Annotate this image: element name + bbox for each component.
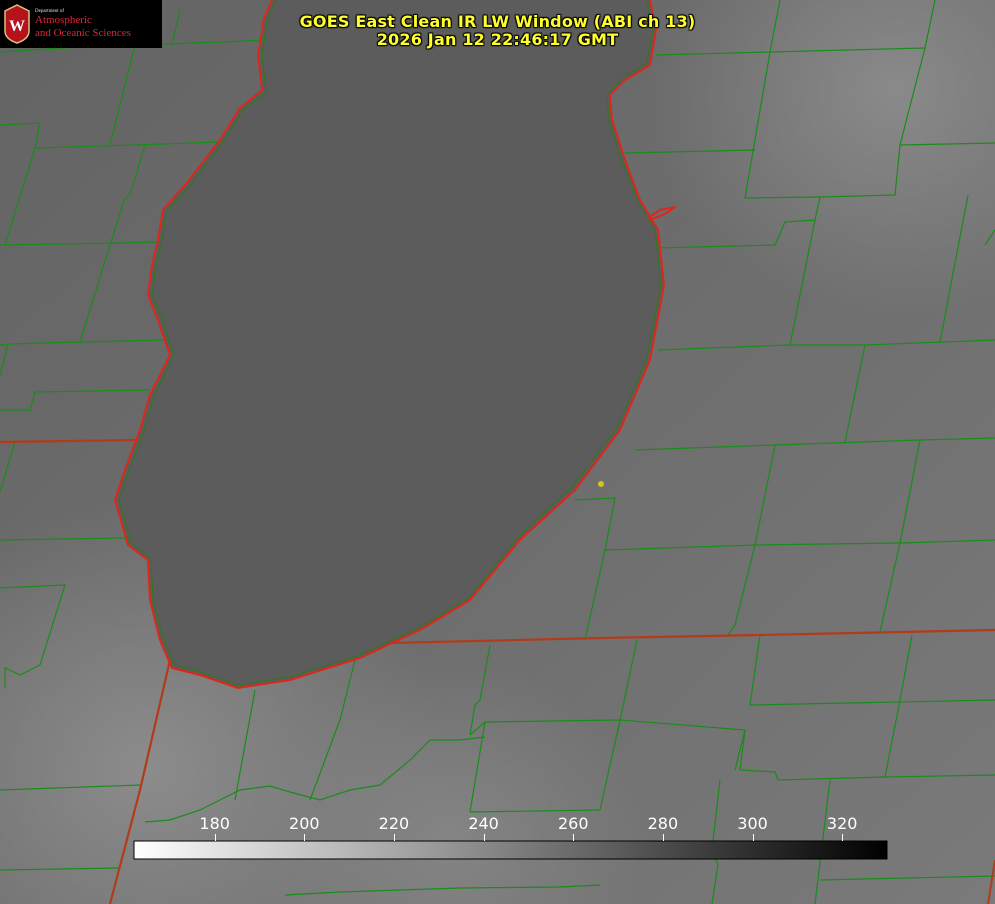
- satellite-map: [0, 0, 995, 904]
- colorbar-tick-label: 280: [647, 814, 679, 833]
- colorbar-tick: [662, 834, 664, 841]
- colorbar-tick-label: 240: [468, 814, 499, 833]
- location-marker: [598, 481, 604, 487]
- colorbar-tick: [304, 834, 306, 841]
- colorbar-tick-label: 320: [826, 814, 858, 833]
- colorbar: [133, 840, 888, 860]
- colorbar-tick: [752, 834, 754, 841]
- colorbar-tick-label: 260: [557, 814, 589, 833]
- colorbar-tick-label: 220: [378, 814, 410, 833]
- image-title: GOES East Clean IR LW Window (ABI ch 13): [299, 12, 696, 31]
- colorbar-tick-label: 300: [737, 814, 768, 833]
- colorbar-tick-label: 200: [289, 814, 320, 833]
- colorbar-tick: [393, 834, 395, 841]
- colorbar-tick: [842, 834, 844, 841]
- image-timestamp: 2026 Jan 12 22:46:17 GMT: [376, 30, 619, 49]
- colorbar-tick: [483, 834, 485, 841]
- colorbar-tick: [573, 834, 575, 841]
- colorbar-tick-label: 180: [199, 814, 230, 833]
- colorbar-tick: [214, 834, 216, 841]
